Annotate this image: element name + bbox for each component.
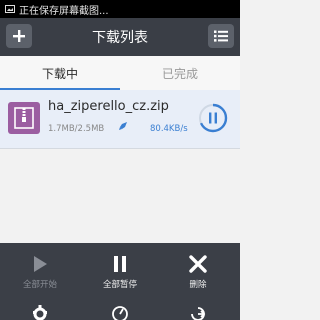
bottom-menu-row-2 bbox=[0, 303, 240, 320]
exit-icon[interactable] bbox=[188, 303, 208, 320]
screenshot-icon bbox=[5, 5, 15, 13]
rocket-icon bbox=[119, 122, 127, 130]
pause-all-label: 全部暂停 bbox=[102, 280, 137, 290]
start-all-button[interactable]: 全部开始 bbox=[5, 253, 75, 290]
play-icon bbox=[5, 253, 75, 275]
tab-bar: 下载中 已完成 bbox=[0, 56, 240, 90]
settings-icon[interactable] bbox=[30, 303, 50, 320]
pause-button[interactable] bbox=[198, 103, 228, 133]
pause-icon bbox=[209, 112, 212, 124]
status-text: 正在保存屏幕截图... bbox=[19, 5, 109, 17]
start-all-label: 全部开始 bbox=[22, 280, 57, 290]
tab-completed[interactable]: 已完成 bbox=[120, 65, 240, 82]
zip-file-icon bbox=[8, 102, 40, 134]
close-icon bbox=[163, 253, 233, 275]
tab-downloading[interactable]: 下载中 bbox=[0, 65, 120, 82]
file-name: ha_ziperello_cz.zip bbox=[48, 99, 169, 114]
pause-all-icon bbox=[85, 253, 155, 275]
file-size: 1.7MB/2.5MB bbox=[48, 124, 105, 134]
plus-icon bbox=[13, 30, 25, 42]
download-speed: 80.4KB/s bbox=[150, 124, 188, 134]
page-title: 下载列表 bbox=[92, 30, 148, 46]
delete-button[interactable]: 删除 bbox=[163, 253, 233, 290]
delete-label: 删除 bbox=[189, 280, 207, 290]
list-icon bbox=[214, 30, 228, 42]
add-button[interactable] bbox=[6, 24, 32, 48]
status-bar: 正在保存屏幕截图... bbox=[0, 0, 240, 18]
speed-limit-icon[interactable] bbox=[110, 303, 130, 320]
menu-button[interactable] bbox=[208, 24, 234, 48]
pause-all-button[interactable]: 全部暂停 bbox=[85, 253, 155, 290]
download-item[interactable]: ha_ziperello_cz.zip 1.7MB/2.5MB 80.4KB/s bbox=[0, 90, 240, 149]
title-bar: 下载列表 bbox=[0, 18, 240, 56]
